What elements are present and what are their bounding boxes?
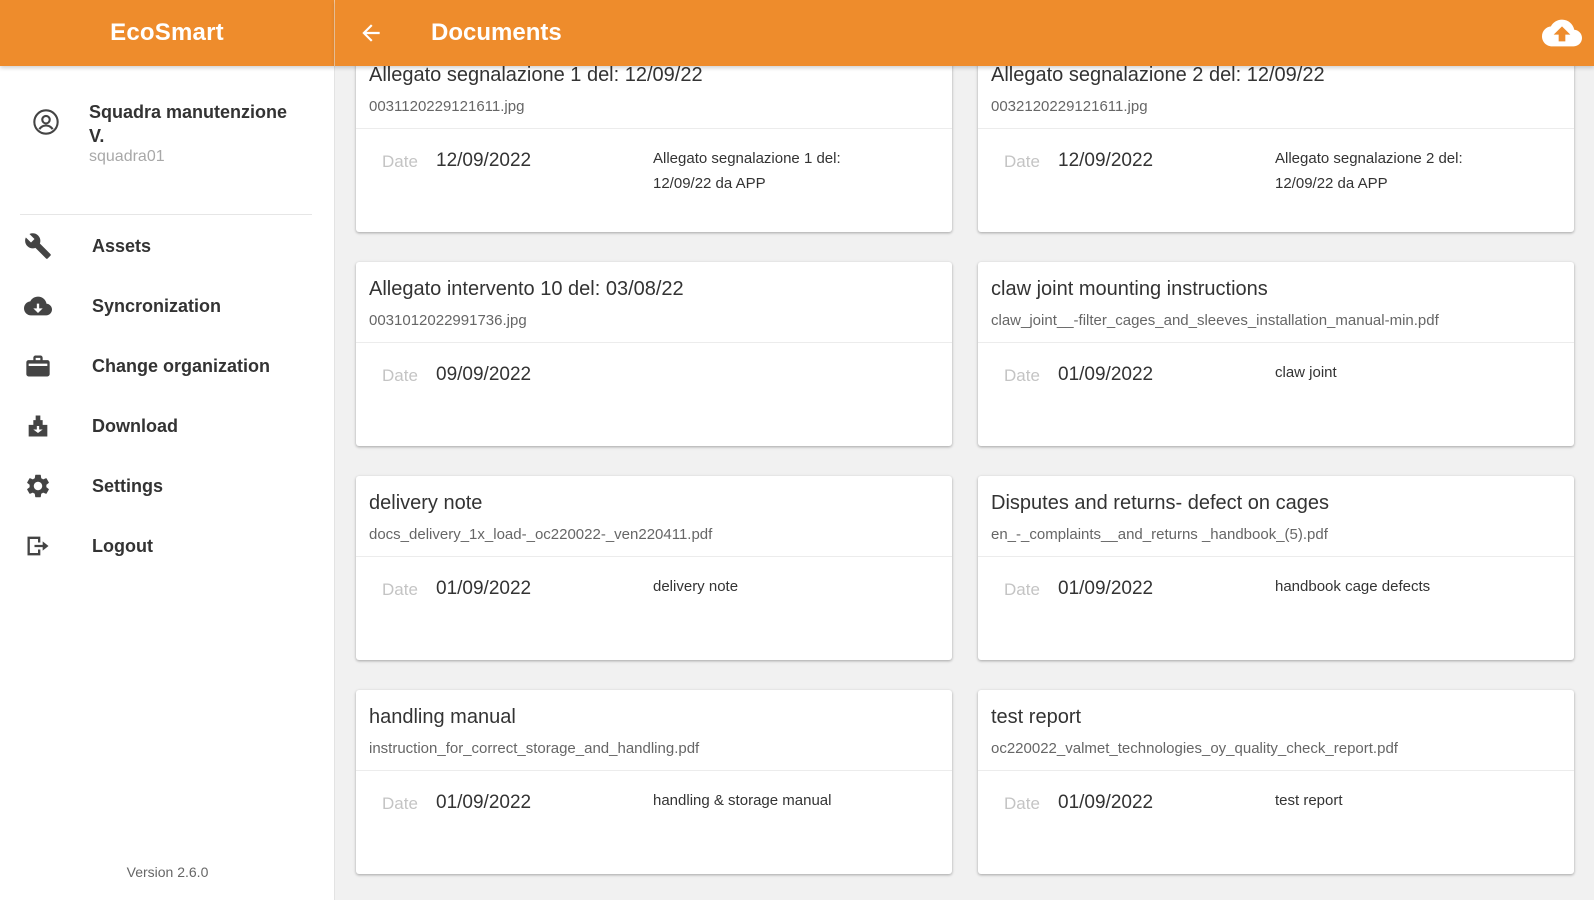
brand-bar: EcoSmart	[0, 0, 335, 66]
sidebar-item-label: Assets	[92, 235, 152, 256]
sidebar-item-label: Change organization	[92, 355, 271, 376]
document-description: claw joint	[1275, 364, 1337, 381]
date-label: Date	[382, 366, 418, 385]
document-title: handling manual	[369, 706, 516, 728]
document-description: handbook cage defects	[1275, 578, 1431, 595]
sidebar-item-label: Download	[92, 415, 178, 436]
sidebar-item-label: Syncronization	[92, 295, 222, 316]
document-card[interactable]: Allegato intervento 10 del: 03/08/22 003…	[356, 262, 952, 446]
document-date: 01/09/2022	[1058, 578, 1154, 599]
documents-list: Allegato segnalazione 1 del: 12/09/22 00…	[335, 66, 1594, 900]
sidebar-item-label: Logout	[92, 535, 153, 556]
document-description: handling & storage manual	[653, 792, 832, 809]
app-root: EcoSmart Documents Squadra manutenzione …	[0, 0, 1594, 900]
document-description: test report	[1275, 792, 1343, 809]
sidebar-item-settings[interactable]: Settings	[0, 456, 335, 516]
card-divider	[978, 556, 1574, 557]
user-id: squadra01	[89, 148, 165, 165]
document-filename: en_-_complaints__and_returns _handbook_(…	[991, 526, 1328, 543]
document-title: Disputes and returns- defect on cages	[991, 492, 1329, 514]
date-label: Date	[382, 794, 418, 813]
document-date: 12/09/2022	[1058, 150, 1154, 171]
brand-title: EcoSmart	[110, 19, 224, 46]
document-card[interactable]: Allegato segnalazione 1 del: 12/09/22 00…	[356, 66, 952, 232]
document-description: Allegato segnalazione 2 del: 12/09/22 da…	[1275, 150, 1463, 192]
download-icon	[24, 412, 52, 440]
sidebar-item-assets[interactable]: Assets	[0, 216, 335, 276]
document-filename: 0031012022991736.jpg	[369, 312, 527, 329]
document-date: 01/09/2022	[1058, 792, 1154, 813]
date-label: Date	[382, 580, 418, 599]
card-divider	[356, 556, 952, 557]
card-divider	[356, 770, 952, 771]
document-card[interactable]: claw joint mounting instructions claw_jo…	[978, 262, 1574, 446]
document-card[interactable]: delivery note docs_delivery_1x_load-_oc2…	[356, 476, 952, 660]
card-divider	[356, 342, 952, 343]
document-date: 12/09/2022	[436, 150, 532, 171]
card-divider	[978, 342, 1574, 343]
wrench-icon	[24, 232, 52, 260]
document-date: 09/09/2022	[436, 364, 532, 385]
sidebar: Squadra manutenzione V. squadra01 Assets…	[0, 66, 335, 900]
document-title: delivery note	[369, 492, 483, 514]
sidebar-item-syncronization[interactable]: Syncronization	[0, 276, 335, 336]
document-filename: docs_delivery_1x_load-_oc220022-_ven2204…	[369, 526, 713, 543]
arrow-left-icon	[362, 24, 380, 42]
document-title: Allegato segnalazione 2 del: 12/09/22	[991, 66, 1325, 86]
document-description: Allegato segnalazione 1 del: 12/09/22 da…	[653, 150, 841, 192]
sidebar-item-logout[interactable]: Logout	[0, 516, 335, 576]
user-name: Squadra manutenzione V.	[89, 102, 288, 146]
app-bar: Documents	[335, 0, 1594, 66]
nav-list: Assets Syncronization Change organizatio…	[0, 216, 335, 576]
document-filename: claw_joint__-filter_cages_and_sleeves_in…	[991, 312, 1439, 329]
logout-icon	[24, 532, 52, 560]
gear-icon	[24, 472, 52, 500]
briefcase-icon	[24, 352, 52, 380]
document-card[interactable]: test report oc220022_valmet_technologies…	[978, 690, 1574, 874]
date-label: Date	[1004, 580, 1040, 599]
document-filename: oc220022_valmet_technologies_oy_quality_…	[991, 740, 1398, 757]
document-title: Allegato intervento 10 del: 03/08/22	[369, 278, 684, 300]
date-label: Date	[1004, 794, 1040, 813]
back-button[interactable]	[349, 11, 393, 55]
document-date: 01/09/2022	[1058, 364, 1154, 385]
document-filename: 0032120229121611.jpg	[991, 98, 1148, 115]
date-label: Date	[382, 152, 418, 171]
sidebar-divider	[20, 214, 312, 215]
cloud-sync-icon	[24, 292, 52, 320]
document-title: Allegato segnalazione 1 del: 12/09/22	[369, 66, 703, 86]
date-label: Date	[1004, 366, 1040, 385]
date-label: Date	[1004, 152, 1040, 171]
document-date: 01/09/2022	[436, 792, 532, 813]
document-title: claw joint mounting instructions	[991, 278, 1268, 300]
card-divider	[978, 770, 1574, 771]
account-circle-icon	[33, 109, 59, 135]
card-divider	[356, 128, 952, 129]
document-filename: 0031120229121611.jpg	[369, 98, 525, 115]
sidebar-item-change-organization[interactable]: Change organization	[0, 336, 335, 396]
user-profile: Squadra manutenzione V. squadra01	[0, 96, 335, 176]
document-card[interactable]: handling manual instruction_for_correct_…	[356, 690, 952, 874]
document-card[interactable]: Allegato segnalazione 2 del: 12/09/22 00…	[978, 66, 1574, 232]
document-date: 01/09/2022	[436, 578, 532, 599]
card-divider	[978, 128, 1574, 129]
document-description: delivery note	[653, 578, 739, 595]
document-card[interactable]: Disputes and returns- defect on cages en…	[978, 476, 1574, 660]
document-filename: instruction_for_correct_storage_and_hand…	[369, 740, 700, 757]
page-title: Documents	[431, 19, 562, 46]
cloud-upload-icon	[1542, 19, 1582, 47]
document-title: test report	[991, 706, 1082, 728]
sidebar-item-download[interactable]: Download	[0, 396, 335, 456]
upload-button[interactable]	[1538, 10, 1586, 56]
sidebar-item-label: Settings	[92, 475, 164, 496]
app-version: Version 2.6.0	[126, 864, 209, 880]
